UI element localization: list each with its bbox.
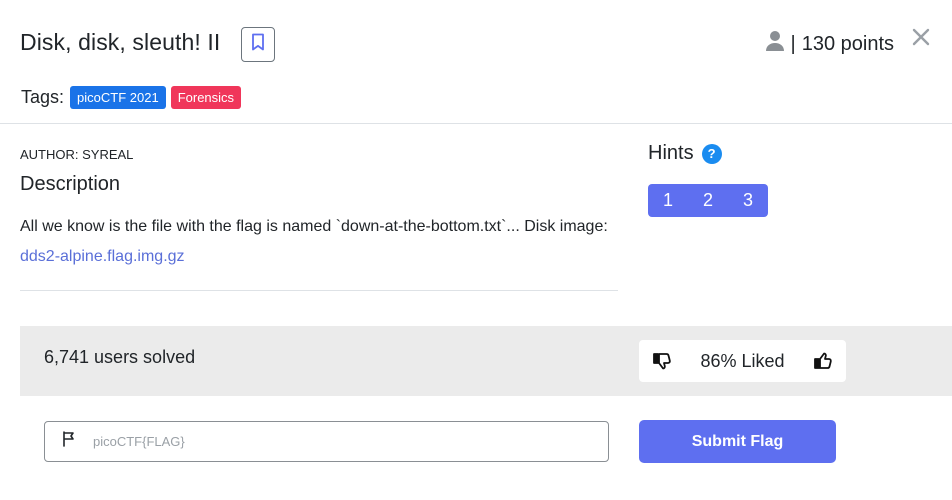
hint-button-1[interactable]: 1 [648,184,688,217]
bookmark-icon [251,33,265,56]
challenge-header: Disk, disk, sleuth! II | 130 points Tags… [0,0,952,124]
users-solved-count: 6,741 users solved [44,347,196,367]
hint-button-3[interactable]: 3 [728,184,768,217]
close-button[interactable] [910,28,932,50]
tag-picoctf-2021[interactable]: picoCTF 2021 [70,86,166,109]
stats-bar: 6,741 users solved 86% Liked [20,326,952,396]
tags-label: Tags: [21,87,65,107]
challenge-title: Disk, disk, sleuth! II [20,29,221,55]
disk-image-link[interactable]: dds2-alpine.flag.img.gz [20,248,185,265]
points-separator: | [790,32,796,55]
tags-row: Tags: picoCTF 2021 Forensics [21,86,246,109]
author-label: AUTHOR: SYREAL [20,147,134,162]
submit-flag-button[interactable]: Submit Flag [639,420,836,463]
flag-icon [61,431,77,452]
points-value: 130 points [801,32,894,55]
flag-input-wrapper [44,421,609,462]
hint-button-2[interactable]: 2 [688,184,728,217]
points-display: | 130 points [765,30,894,58]
hints-heading-text: Hints [648,142,694,164]
description-text: All we know is the file with the flag is… [20,212,610,272]
tag-forensics[interactable]: Forensics [170,86,242,109]
thumbs-down-icon[interactable] [651,350,673,372]
flag-input[interactable] [93,434,573,449]
likes-box: 86% Liked [639,340,846,382]
description-heading: Description [20,173,121,195]
description-body: All we know is the file with the flag is… [20,218,608,235]
bookmark-button[interactable] [241,27,275,62]
close-icon [912,28,930,51]
thumbs-up-icon[interactable] [812,350,834,372]
help-icon[interactable]: ? [701,143,722,164]
hints-heading: Hints ? [648,142,722,165]
user-icon [765,30,785,58]
liked-percentage: 86% Liked [700,350,785,371]
hints-button-group: 1 2 3 [648,184,768,217]
divider [20,290,618,291]
